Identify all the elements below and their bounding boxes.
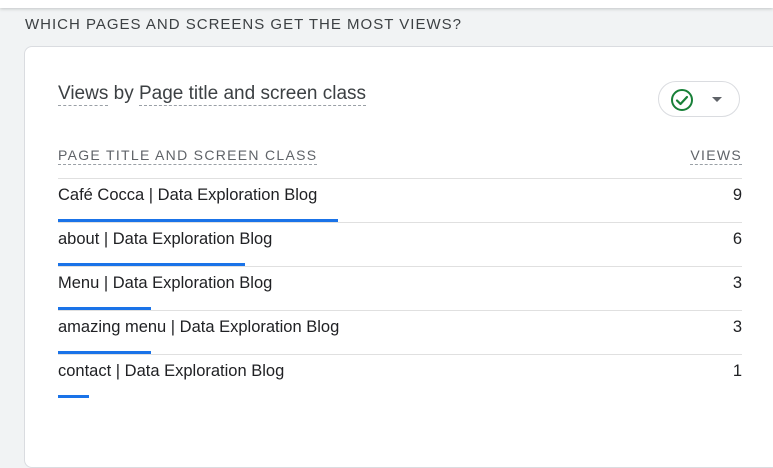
- row-page-title: about | Data Exploration Blog: [58, 230, 273, 248]
- row-views-value: 9: [732, 186, 742, 204]
- column-header-page-title[interactable]: PAGE TITLE AND SCREEN CLASS: [58, 147, 318, 165]
- row-page-title: Menu | Data Exploration Blog: [58, 274, 273, 292]
- row-views-bar: [58, 395, 89, 398]
- check-circle-icon: [671, 89, 693, 111]
- section-heading: WHICH PAGES AND SCREENS GET THE MOST VIE…: [25, 16, 462, 33]
- caret-down-icon: [712, 97, 722, 102]
- table-row[interactable]: Café Cocca | Data Exploration Blog 9: [58, 179, 742, 223]
- metric-selector[interactable]: Views: [58, 83, 109, 106]
- title-by-text: by: [113, 83, 134, 104]
- row-page-title: contact | Data Exploration Blog: [58, 362, 285, 380]
- table-row[interactable]: Menu | Data Exploration Blog 3: [58, 267, 742, 311]
- dimension-selector[interactable]: Page title and screen class: [138, 83, 367, 106]
- column-header-views[interactable]: VIEWS: [690, 147, 742, 165]
- comparison-dropdown-button[interactable]: [658, 81, 740, 117]
- top-bar-edge: [0, 0, 773, 8]
- table-row[interactable]: amazing menu | Data Exploration Blog 3: [58, 311, 742, 355]
- row-views-value: 1: [732, 362, 742, 380]
- card-title: Views by Page title and screen class: [58, 83, 367, 106]
- row-views-value: 3: [732, 318, 742, 336]
- row-views-value: 3: [732, 274, 742, 292]
- row-views-value: 6: [732, 230, 742, 248]
- table-row[interactable]: about | Data Exploration Blog 6: [58, 223, 742, 267]
- views-by-page-card: Views by Page title and screen class PAG…: [24, 46, 773, 468]
- row-page-title: amazing menu | Data Exploration Blog: [58, 318, 340, 336]
- row-page-title: Café Cocca | Data Exploration Blog: [58, 186, 318, 204]
- table-row[interactable]: contact | Data Exploration Blog 1: [58, 355, 742, 399]
